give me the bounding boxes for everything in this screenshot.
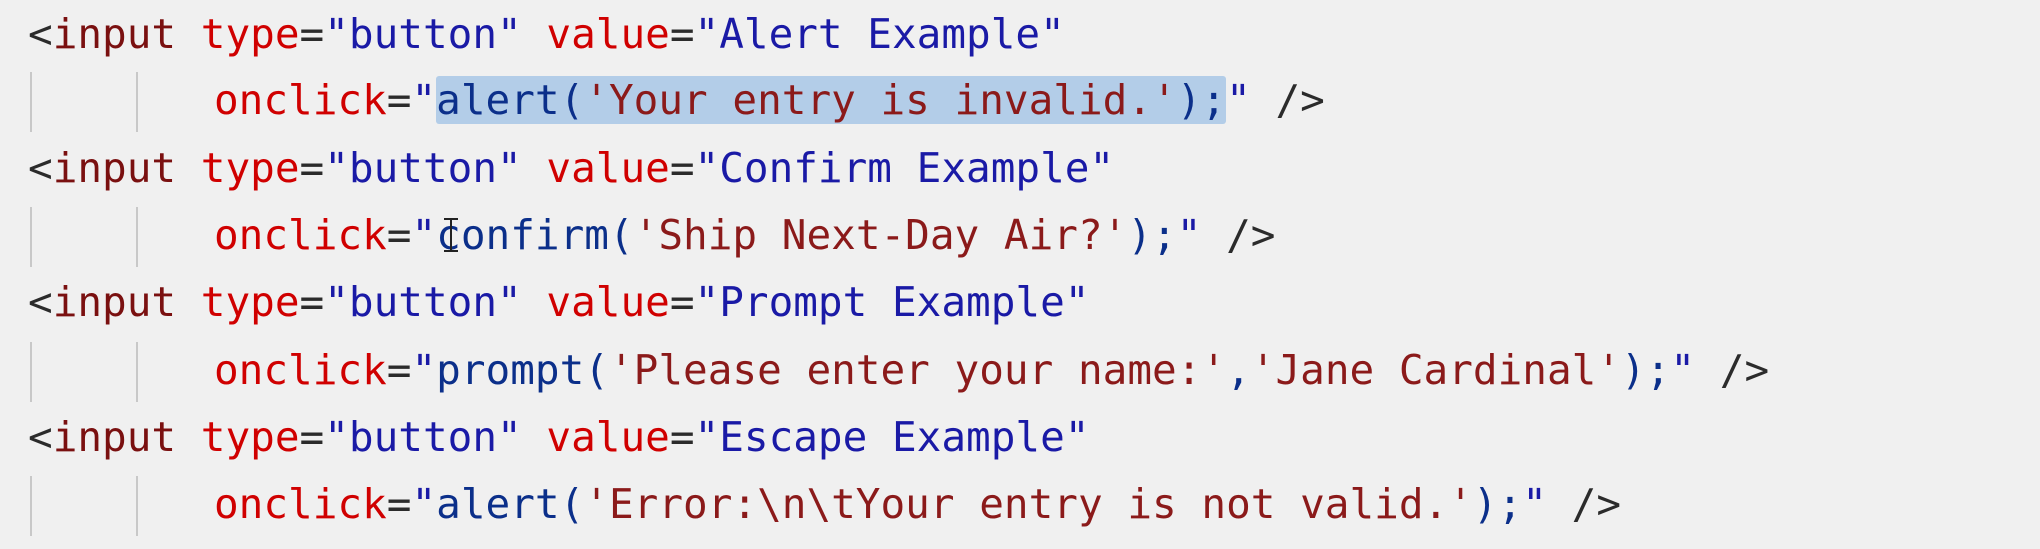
indent-guide bbox=[30, 476, 32, 536]
code-line-4[interactable]: onclick="confirm('Ship Next-Day Air?');"… bbox=[214, 205, 1275, 265]
token-equals: = bbox=[299, 10, 325, 58]
token-js-string: 'Jane Cardinal' bbox=[1250, 346, 1622, 394]
indent-guide bbox=[136, 476, 138, 536]
token-js-end: ); bbox=[1621, 346, 1671, 394]
token-js-comma: , bbox=[1226, 346, 1251, 394]
token-attr-onclick: onclick bbox=[214, 76, 387, 124]
token-js-string: 'Your entry is invalid.' bbox=[584, 76, 1177, 124]
code-editor[interactable]: <input type="button" value="Alert Exampl… bbox=[0, 0, 2040, 549]
token-js-function: prompt( bbox=[436, 346, 609, 394]
token-js-end: ); bbox=[1472, 480, 1523, 528]
code-line-3[interactable]: <input type="button" value="Confirm Exam… bbox=[28, 138, 1114, 198]
token-attr-value-name: value bbox=[546, 413, 670, 461]
token-attr-type: type bbox=[200, 278, 300, 326]
indent-guide bbox=[30, 72, 32, 132]
token-quote: " bbox=[1226, 76, 1251, 124]
token-equals: = bbox=[669, 144, 695, 192]
indent-guide bbox=[30, 207, 32, 267]
token-js-function: confirm( bbox=[436, 211, 634, 259]
token-attr-onclick: onclick bbox=[214, 346, 387, 394]
token-quote: " bbox=[411, 480, 437, 528]
token-js-end: ); bbox=[1176, 76, 1227, 124]
indent-guide bbox=[30, 342, 32, 402]
token-js-string: 'Please enter your name:' bbox=[608, 346, 1227, 394]
token-close-bracket: /> bbox=[1201, 211, 1276, 259]
token-attr-value: "Alert Example" bbox=[694, 10, 1065, 58]
indent-guide bbox=[136, 342, 138, 402]
token-attr-type: type bbox=[200, 413, 300, 461]
indent-guide bbox=[136, 72, 138, 132]
code-line-5[interactable]: <input type="button" value="Prompt Examp… bbox=[28, 272, 1089, 332]
token-quote: " bbox=[1176, 211, 1202, 259]
token-attr-value: "button" bbox=[324, 278, 522, 326]
token-quote: " bbox=[411, 211, 437, 259]
token-quote: " bbox=[1670, 346, 1696, 394]
token-attr-value: "Confirm Example" bbox=[694, 144, 1115, 192]
token-attr-value-name: value bbox=[546, 10, 670, 58]
token-open-bracket: < bbox=[28, 278, 53, 326]
token-js-end: ); bbox=[1127, 211, 1177, 259]
token-open-bracket: < bbox=[28, 10, 53, 58]
token-equals: = bbox=[386, 211, 412, 259]
token-close-bracket: /> bbox=[1250, 76, 1325, 124]
token-equals: = bbox=[299, 144, 325, 192]
token-close-bracket: /> bbox=[1546, 480, 1622, 528]
token-tag-name: input bbox=[52, 10, 177, 58]
token-equals: = bbox=[386, 76, 412, 124]
token-attr-value: "Prompt Example" bbox=[694, 278, 1090, 326]
token-attr-onclick: onclick bbox=[214, 211, 387, 259]
token-attr-type: type bbox=[200, 10, 300, 58]
token-open-bracket: < bbox=[28, 413, 53, 461]
token-equals: = bbox=[386, 346, 412, 394]
token-attr-value: "button" bbox=[324, 413, 522, 461]
text-cursor-icon bbox=[444, 218, 458, 252]
text-selection[interactable]: alert('Your entry is invalid.'); bbox=[436, 76, 1227, 124]
token-equals: = bbox=[299, 413, 325, 461]
token-attr-value: "button" bbox=[324, 10, 522, 58]
token-equals: = bbox=[669, 10, 695, 58]
token-quote: " bbox=[1522, 480, 1547, 528]
token-js-string: 'Ship Next-Day Air?' bbox=[633, 211, 1128, 259]
code-line-1[interactable]: <input type="button" value="Alert Exampl… bbox=[28, 4, 1065, 64]
token-equals: = bbox=[386, 480, 412, 528]
token-attr-value-name: value bbox=[546, 144, 670, 192]
token-quote: " bbox=[411, 346, 437, 394]
token-attr-value-name: value bbox=[546, 278, 670, 326]
token-attr-value: "Escape Example" bbox=[694, 413, 1090, 461]
code-line-8[interactable]: onclick="alert('Error:\n\tYour entry is … bbox=[214, 474, 1621, 534]
token-tag-name: input bbox=[52, 413, 177, 461]
code-line-6[interactable]: onclick="prompt('Please enter your name:… bbox=[214, 340, 1769, 400]
token-attr-value: "button" bbox=[324, 144, 522, 192]
token-js-function: alert( bbox=[436, 480, 585, 528]
token-tag-name: input bbox=[52, 278, 177, 326]
token-equals: = bbox=[299, 278, 325, 326]
token-equals: = bbox=[669, 278, 695, 326]
indent-guide bbox=[136, 207, 138, 267]
token-js-string: 'Error:\n\tYour entry is not valid.' bbox=[584, 480, 1473, 528]
token-close-bracket: /> bbox=[1695, 346, 1770, 394]
token-attr-onclick: onclick bbox=[214, 480, 387, 528]
token-tag-name: input bbox=[52, 144, 177, 192]
token-attr-type: type bbox=[200, 144, 300, 192]
code-line-7[interactable]: <input type="button" value="Escape Examp… bbox=[28, 407, 1089, 467]
token-js-function: alert( bbox=[436, 76, 585, 124]
token-quote: " bbox=[411, 76, 437, 124]
code-line-2[interactable]: onclick="alert('Your entry is invalid.')… bbox=[214, 70, 1325, 130]
token-open-bracket: < bbox=[28, 144, 53, 192]
token-equals: = bbox=[669, 413, 695, 461]
